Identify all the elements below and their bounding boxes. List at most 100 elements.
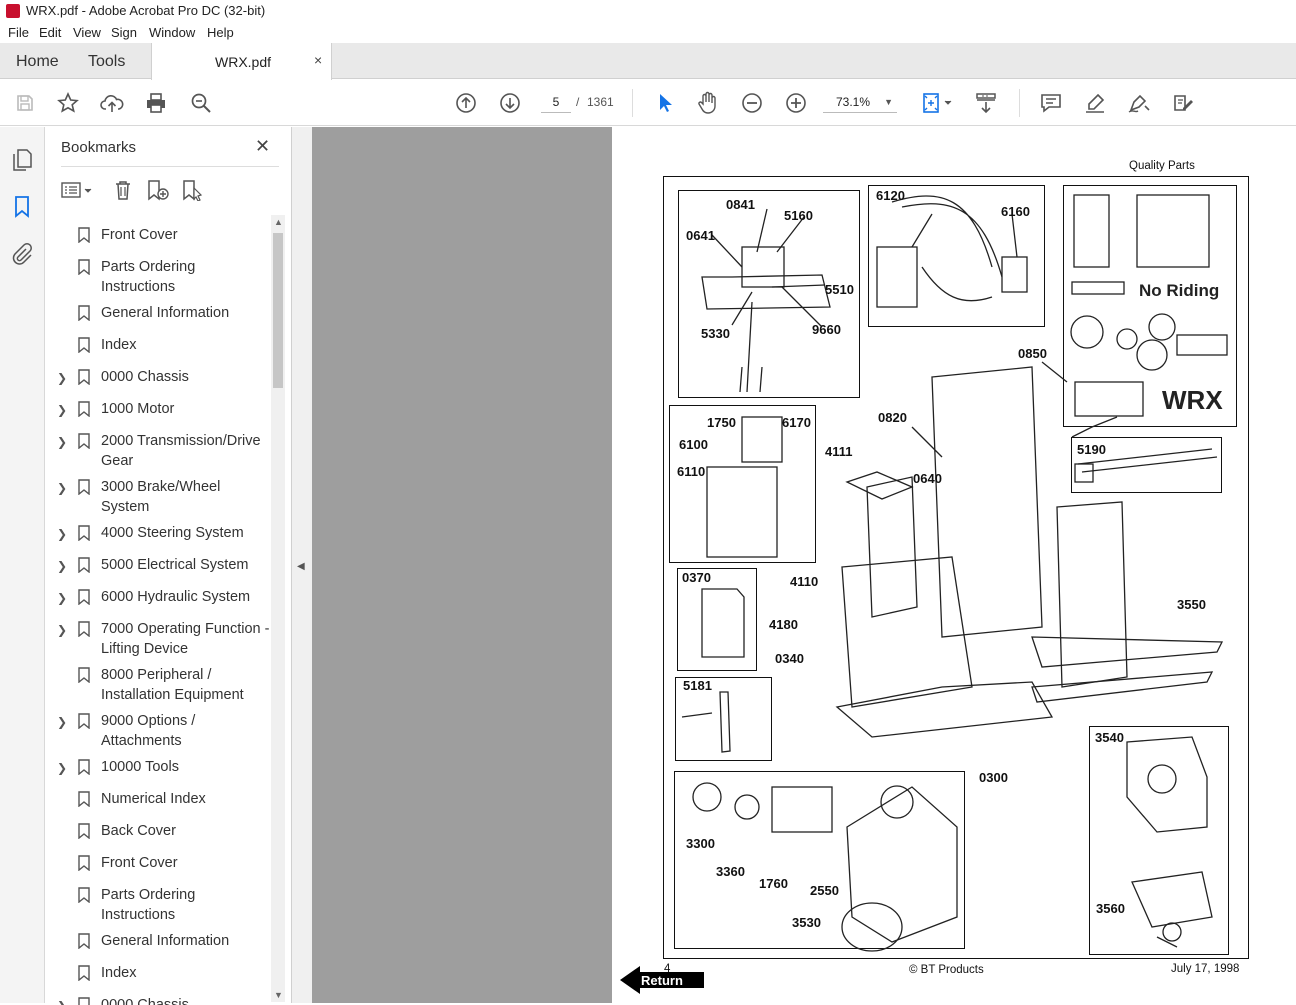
- chevron-right-icon[interactable]: ❯: [57, 996, 67, 1005]
- bookmark-icon: [78, 713, 90, 729]
- chevron-right-icon[interactable]: ❯: [57, 588, 67, 608]
- close-icon[interactable]: ✕: [255, 136, 270, 157]
- attachment-icon[interactable]: [11, 243, 33, 270]
- scroll-up-icon[interactable]: ▲: [274, 217, 283, 227]
- scrollbar-thumb[interactable]: [273, 233, 283, 388]
- comment-icon[interactable]: [1038, 90, 1064, 116]
- callout-label: 3560: [1096, 901, 1125, 916]
- bookmarks-scrollbar[interactable]: ▲ ▼: [271, 215, 285, 1002]
- bookmark-icon: [78, 259, 90, 275]
- bookmark-from-selection-icon[interactable]: [181, 179, 205, 203]
- callout-label: 3300: [686, 836, 715, 851]
- bookmark-icon: [78, 933, 90, 949]
- callout-label: 0640: [913, 471, 942, 486]
- callout-label: 6110: [677, 464, 706, 479]
- chevron-right-icon[interactable]: ❯: [57, 556, 67, 576]
- zoom-level-value: 73.1%: [836, 95, 871, 109]
- bookmark-icon: [78, 401, 90, 417]
- callout-label: 5330: [701, 326, 730, 341]
- tab-document[interactable]: WRX.pdf ×: [151, 43, 332, 80]
- previous-page-icon[interactable]: [453, 90, 479, 116]
- next-page-icon[interactable]: [497, 90, 523, 116]
- bookmark-icon: [78, 823, 90, 839]
- callout-label: 5190: [1077, 442, 1106, 457]
- bookmark-icon: [78, 525, 90, 541]
- acrobat-app-icon: [6, 4, 20, 18]
- panel-divider: [61, 166, 279, 167]
- chevron-right-icon[interactable]: ❯: [57, 432, 67, 452]
- callout-label: 3360: [716, 864, 745, 879]
- scroll-mode-icon[interactable]: [973, 90, 999, 116]
- scroll-down-icon[interactable]: ▼: [274, 990, 283, 1000]
- window-title: WRX.pdf - Adobe Acrobat Pro DC (32-bit): [26, 3, 266, 18]
- tab-tools[interactable]: Tools: [88, 53, 125, 71]
- bookmark-icon: [78, 557, 90, 573]
- menu-edit[interactable]: Edit: [39, 25, 61, 40]
- bookmark-icon: [78, 227, 90, 243]
- forklift-line-drawing: [681, 194, 1228, 952]
- chevron-right-icon[interactable]: ❯: [57, 620, 67, 640]
- return-link[interactable]: Return: [620, 966, 705, 994]
- bookmark-options-icon[interactable]: [61, 179, 95, 203]
- chevron-right-icon[interactable]: ❯: [57, 368, 67, 388]
- chevron-right-icon[interactable]: ❯: [57, 400, 67, 420]
- new-bookmark-icon[interactable]: [146, 179, 170, 203]
- callout-label: 0850: [1018, 346, 1047, 361]
- fill-sign-icon[interactable]: [1170, 90, 1196, 116]
- tab-close-icon[interactable]: ×: [314, 52, 322, 68]
- callout-label: 4110: [790, 574, 819, 589]
- cloud-upload-icon[interactable]: [99, 90, 125, 116]
- toolbar: 5 / 1361 73.1% ▼: [0, 80, 1296, 126]
- menu-sign[interactable]: Sign: [111, 25, 137, 40]
- tab-bar: Home Tools WRX.pdf ×: [0, 43, 1296, 80]
- zoom-search-icon[interactable]: [188, 90, 214, 116]
- page-separator: /: [576, 95, 580, 109]
- page-number-input[interactable]: 5: [541, 91, 571, 113]
- hand-tool-icon[interactable]: [695, 90, 721, 116]
- menu-help[interactable]: Help: [207, 25, 234, 40]
- chevron-right-icon[interactable]: ❯: [57, 524, 67, 544]
- chevron-right-icon[interactable]: ❯: [57, 712, 67, 732]
- page-fit-icon[interactable]: [918, 90, 956, 116]
- chevron-right-icon[interactable]: ❯: [57, 758, 67, 778]
- menu-window[interactable]: Window: [149, 25, 195, 40]
- bookmarks-title: Bookmarks: [61, 139, 137, 156]
- bookmark-panel-icon[interactable]: [12, 195, 32, 224]
- star-icon[interactable]: [55, 90, 81, 116]
- zoom-in-icon[interactable]: [783, 90, 809, 116]
- bookmark-icon: [78, 369, 90, 385]
- callout-label: 3540: [1095, 730, 1124, 745]
- callout-label: 1750: [707, 415, 736, 430]
- callout-label: 5510: [825, 282, 854, 297]
- bookmark-icon: [78, 479, 90, 495]
- menu-view[interactable]: View: [73, 25, 101, 40]
- callout-label: 6160: [1001, 204, 1030, 219]
- zoom-level-select[interactable]: 73.1% ▼: [823, 91, 897, 113]
- callout-label: 9660: [812, 322, 841, 337]
- sign-pen-icon[interactable]: [1126, 90, 1152, 116]
- print-icon[interactable]: [143, 90, 169, 116]
- callout-label: 4111: [825, 444, 853, 459]
- callout-label: 2550: [810, 883, 839, 898]
- select-cursor-icon[interactable]: [652, 90, 678, 116]
- callout-label: 3530: [792, 915, 821, 930]
- chevron-right-icon[interactable]: ❯: [57, 478, 67, 498]
- tab-document-label: WRX.pdf: [215, 54, 272, 70]
- bookmark-list: Front Cover Parts Ordering Instructions …: [45, 215, 271, 1005]
- tab-home[interactable]: Home: [16, 53, 59, 71]
- document-viewer[interactable]: Quality Parts 0841 5160 0641 5510 5330 9…: [312, 127, 1296, 1003]
- save-icon[interactable]: [12, 90, 38, 116]
- page-total: 1361: [587, 95, 614, 109]
- bookmark-icon: [78, 433, 90, 449]
- collapse-arrow-icon: ◀: [297, 561, 305, 572]
- callout-label: 6100: [679, 437, 708, 452]
- return-label: Return: [641, 973, 683, 988]
- page-thumbnails-icon[interactable]: [11, 148, 33, 177]
- bookmark-icon: [78, 589, 90, 605]
- menu-file[interactable]: File: [8, 25, 29, 40]
- delete-bookmark-icon[interactable]: [112, 179, 134, 203]
- highlight-pen-icon[interactable]: [1082, 90, 1108, 116]
- panel-collapse-handle[interactable]: ◀: [292, 127, 312, 1003]
- zoom-out-icon[interactable]: [739, 90, 765, 116]
- toolbar-divider: [1019, 89, 1020, 117]
